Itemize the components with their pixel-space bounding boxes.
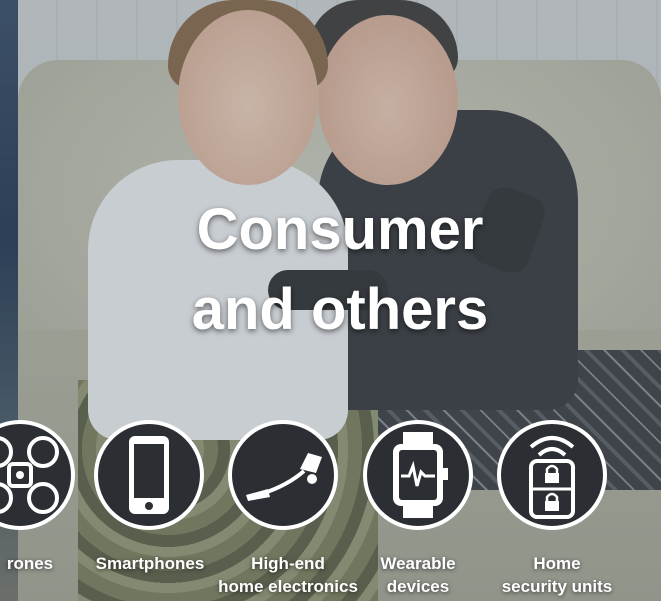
slide-title: Consumer and others — [140, 190, 540, 350]
title-line-1: Consumer — [196, 197, 484, 262]
category-home-electronics — [228, 420, 338, 530]
category-wearables — [363, 420, 473, 530]
title-line-2: and others — [191, 277, 489, 342]
vacuum-cleaner-icon — [246, 453, 322, 501]
category-label-home-security: Home security units — [501, 554, 613, 596]
drone-icon — [0, 436, 59, 514]
smartwatch-icon — [393, 432, 448, 518]
category-smartphones — [94, 420, 204, 530]
category-home-security — [497, 420, 607, 530]
smart-lock-icon — [529, 436, 575, 519]
category-label-drones: rones — [6, 554, 54, 573]
category-label-home-electronics: High-end home electronics — [218, 554, 358, 596]
slide: Consumer and others rones Smartphones Hi… — [0, 0, 661, 601]
smartphone-icon — [129, 436, 169, 514]
category-label-wearables: Wearable devices — [380, 554, 456, 596]
category-drones — [0, 420, 75, 530]
category-label-smartphones: Smartphones — [95, 554, 205, 573]
